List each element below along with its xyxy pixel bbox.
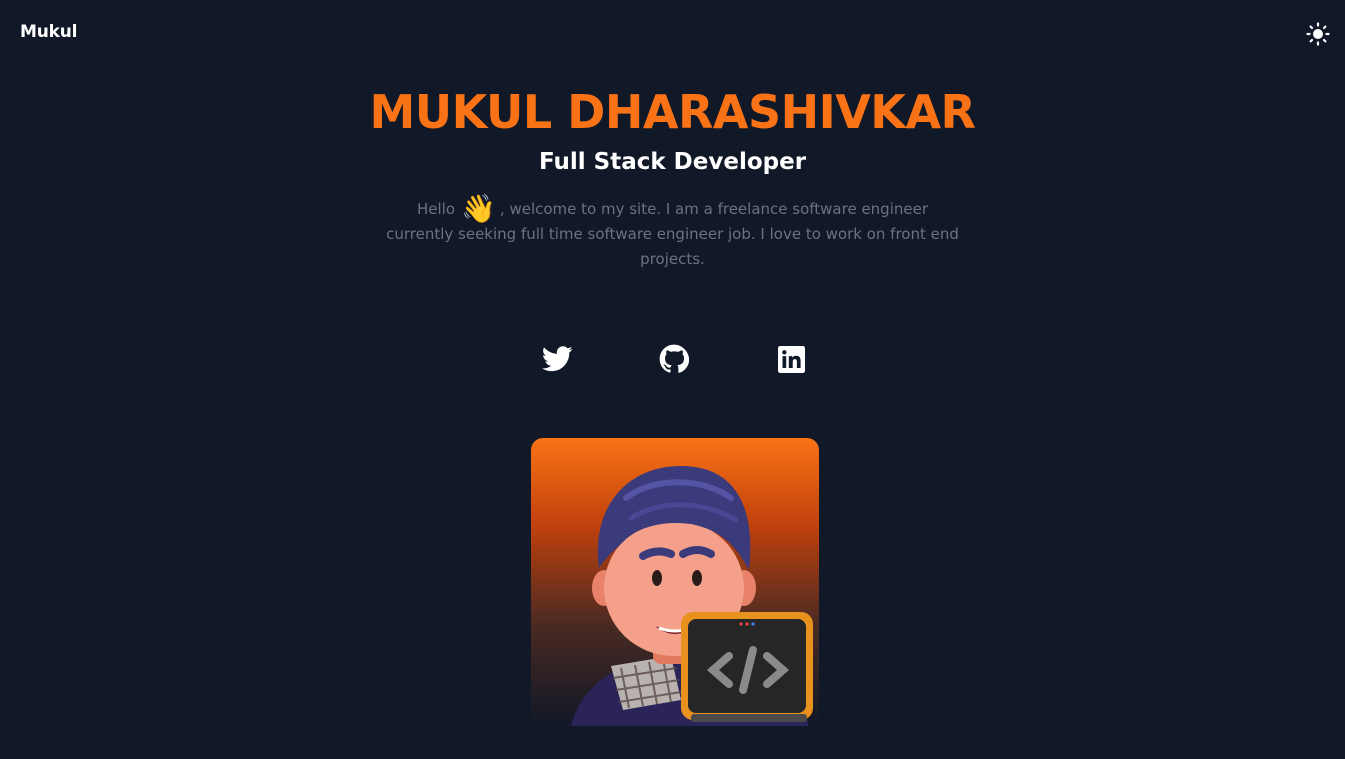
portfolio-page: Mukul MUKUL DHARASHIVKAR Full Stack Deve…	[0, 0, 1345, 759]
navbar: Mukul	[0, 0, 1345, 68]
intro-greeting: Hello	[417, 200, 456, 218]
linkedin-link[interactable]	[774, 342, 808, 376]
theme-toggle-button[interactable]	[1303, 19, 1333, 49]
page-title: MUKUL DHARASHIVKAR	[369, 85, 976, 139]
social-links	[0, 340, 1345, 380]
twitter-icon	[541, 346, 572, 372]
brand-logo[interactable]: Mukul	[20, 22, 77, 42]
sun-icon	[1306, 22, 1330, 46]
wave-emoji-icon: 👋	[461, 192, 496, 225]
twitter-link[interactable]	[540, 342, 574, 376]
developer-avatar	[531, 438, 819, 726]
linkedin-icon	[777, 345, 805, 373]
github-link[interactable]	[657, 342, 691, 376]
intro-paragraph: Hello 👋, welcome to my site. I am a freel…	[383, 192, 963, 272]
role-subtitle: Full Stack Developer	[538, 149, 807, 175]
github-icon	[659, 344, 689, 373]
developer-avatar-illustration	[571, 466, 813, 726]
hero-section: MUKUL DHARASHIVKAR Full Stack Developer …	[0, 84, 1345, 272]
